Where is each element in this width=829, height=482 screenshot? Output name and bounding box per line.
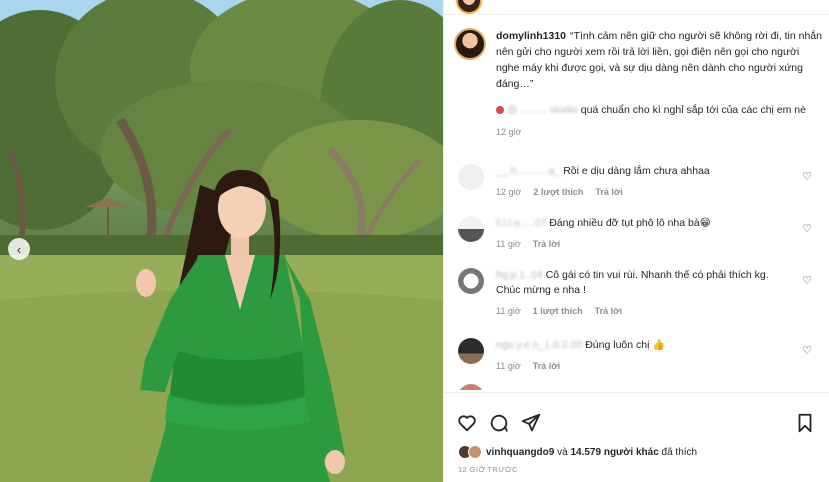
comment-avatar[interactable] xyxy=(458,268,484,294)
heart-icon[interactable]: ♡ xyxy=(802,274,812,287)
liker-avatar[interactable] xyxy=(468,445,482,459)
post-photo[interactable]: ‹ xyxy=(0,0,443,482)
likes-joiner: và xyxy=(557,446,568,458)
reply-avatar xyxy=(496,106,504,115)
likes-summary: vinhquangdo9 và 14.579 người khác đã thí… xyxy=(458,445,697,459)
comment-item-partial xyxy=(458,384,828,390)
header-avatar[interactable] xyxy=(456,0,482,14)
comment-item: li.l.l.u.....07 Đáng nhiều đỡ tụt phô lô … xyxy=(458,216,828,252)
comment-text: Đúng luôn chị 👍 xyxy=(585,339,666,351)
comment-icon[interactable] xyxy=(488,412,510,434)
comment-username[interactable]: hg.p.1..04 xyxy=(496,268,543,283)
carousel-prev-button[interactable]: ‹ xyxy=(8,238,30,260)
comment-time[interactable]: 11 giờ xyxy=(496,359,521,374)
liker-username[interactable]: vinhquangdo9 xyxy=(486,447,554,458)
heart-icon[interactable]: ♡ xyxy=(802,344,812,357)
action-bar xyxy=(444,400,829,433)
comments-scroll-area[interactable]: domylinh1310 “Tình cảm nên giữ cho người … xyxy=(444,22,829,390)
caption: domylinh1310 “Tình cảm nên giữ cho người … xyxy=(454,28,824,92)
likes-suffix: đã thích xyxy=(661,446,698,458)
comment-text: Rồi e dịu dàng lắm chưa ahhaa xyxy=(563,165,710,177)
comment-username[interactable]: li.l.l.u.....07 xyxy=(496,216,546,231)
comment-item: __.h...........a_ Rồi e dịu dàng lắm chưa… xyxy=(458,164,828,200)
caption-username[interactable]: domylinh1310 xyxy=(496,30,566,42)
actions-divider xyxy=(444,392,829,393)
caption-avatar[interactable] xyxy=(454,28,486,60)
caption-reply: @ ......... studio quá chuẩn cho kì nghỉ … xyxy=(496,102,816,140)
likes-count[interactable]: 14.579 người khác xyxy=(570,447,658,458)
comment-username[interactable]: ngu.y.e.n_1.0.2.00 xyxy=(496,338,582,353)
comment-item: hg.p.1..04 Cô gái có tin vui rùi. Nhanh t… xyxy=(458,268,828,319)
comment-avatar[interactable] xyxy=(458,216,484,242)
heart-icon[interactable] xyxy=(456,412,478,434)
caption-body: domylinh1310 “Tình cảm nên giữ cho người … xyxy=(496,28,824,92)
comment-time[interactable]: 12 giờ xyxy=(496,185,521,200)
photo-illustration xyxy=(0,0,443,482)
heart-icon[interactable]: ♡ xyxy=(802,170,812,183)
comment-avatar[interactable] xyxy=(458,384,484,390)
comment-likes[interactable]: 1 lượt thích xyxy=(533,304,583,319)
post-date[interactable]: 12 GIỜ TRƯỚC xyxy=(458,465,518,474)
comment-reply-button[interactable]: Trả lời xyxy=(533,237,560,252)
heart-icon[interactable]: ♡ xyxy=(802,222,812,235)
comment-item: ngu.y.e.n_1.0.2.00 Đúng luôn chị 👍 11 giờ… xyxy=(458,338,828,374)
chevron-left-icon: ‹ xyxy=(16,241,22,257)
header-divider xyxy=(444,14,829,15)
comment-reply-button[interactable]: Trả lời xyxy=(595,304,622,319)
comment-avatar[interactable] xyxy=(458,338,484,364)
header-strip xyxy=(444,0,829,14)
likes-text: vinhquangdo9 và 14.579 người khác đã thí… xyxy=(486,447,697,458)
share-icon[interactable] xyxy=(520,412,542,434)
comment-likes[interactable]: 2 lượt thích xyxy=(533,185,583,200)
comment-text: Đáng nhiều đỡ tụt phô lô nha bà😁 xyxy=(549,217,711,229)
reply-user-blurred[interactable]: @ ......... studio xyxy=(507,102,578,118)
comment-reply-button[interactable]: Trả lời xyxy=(595,185,622,200)
comment-username[interactable]: __.h...........a_ xyxy=(496,164,560,179)
reply-text: quá chuẩn cho kì nghỉ sắp tới của các ch… xyxy=(580,104,806,116)
post-side-panel: domylinh1310 “Tình cảm nên giữ cho người … xyxy=(443,0,829,482)
comment-reply-button[interactable]: Trả lời xyxy=(533,359,560,374)
comment-time[interactable]: 11 giờ xyxy=(496,237,521,252)
comment-avatar[interactable] xyxy=(458,164,484,190)
reply-time[interactable]: 12 giờ xyxy=(496,124,521,140)
comment-time[interactable]: 11 giờ xyxy=(496,304,521,319)
bookmark-icon[interactable] xyxy=(794,412,816,434)
